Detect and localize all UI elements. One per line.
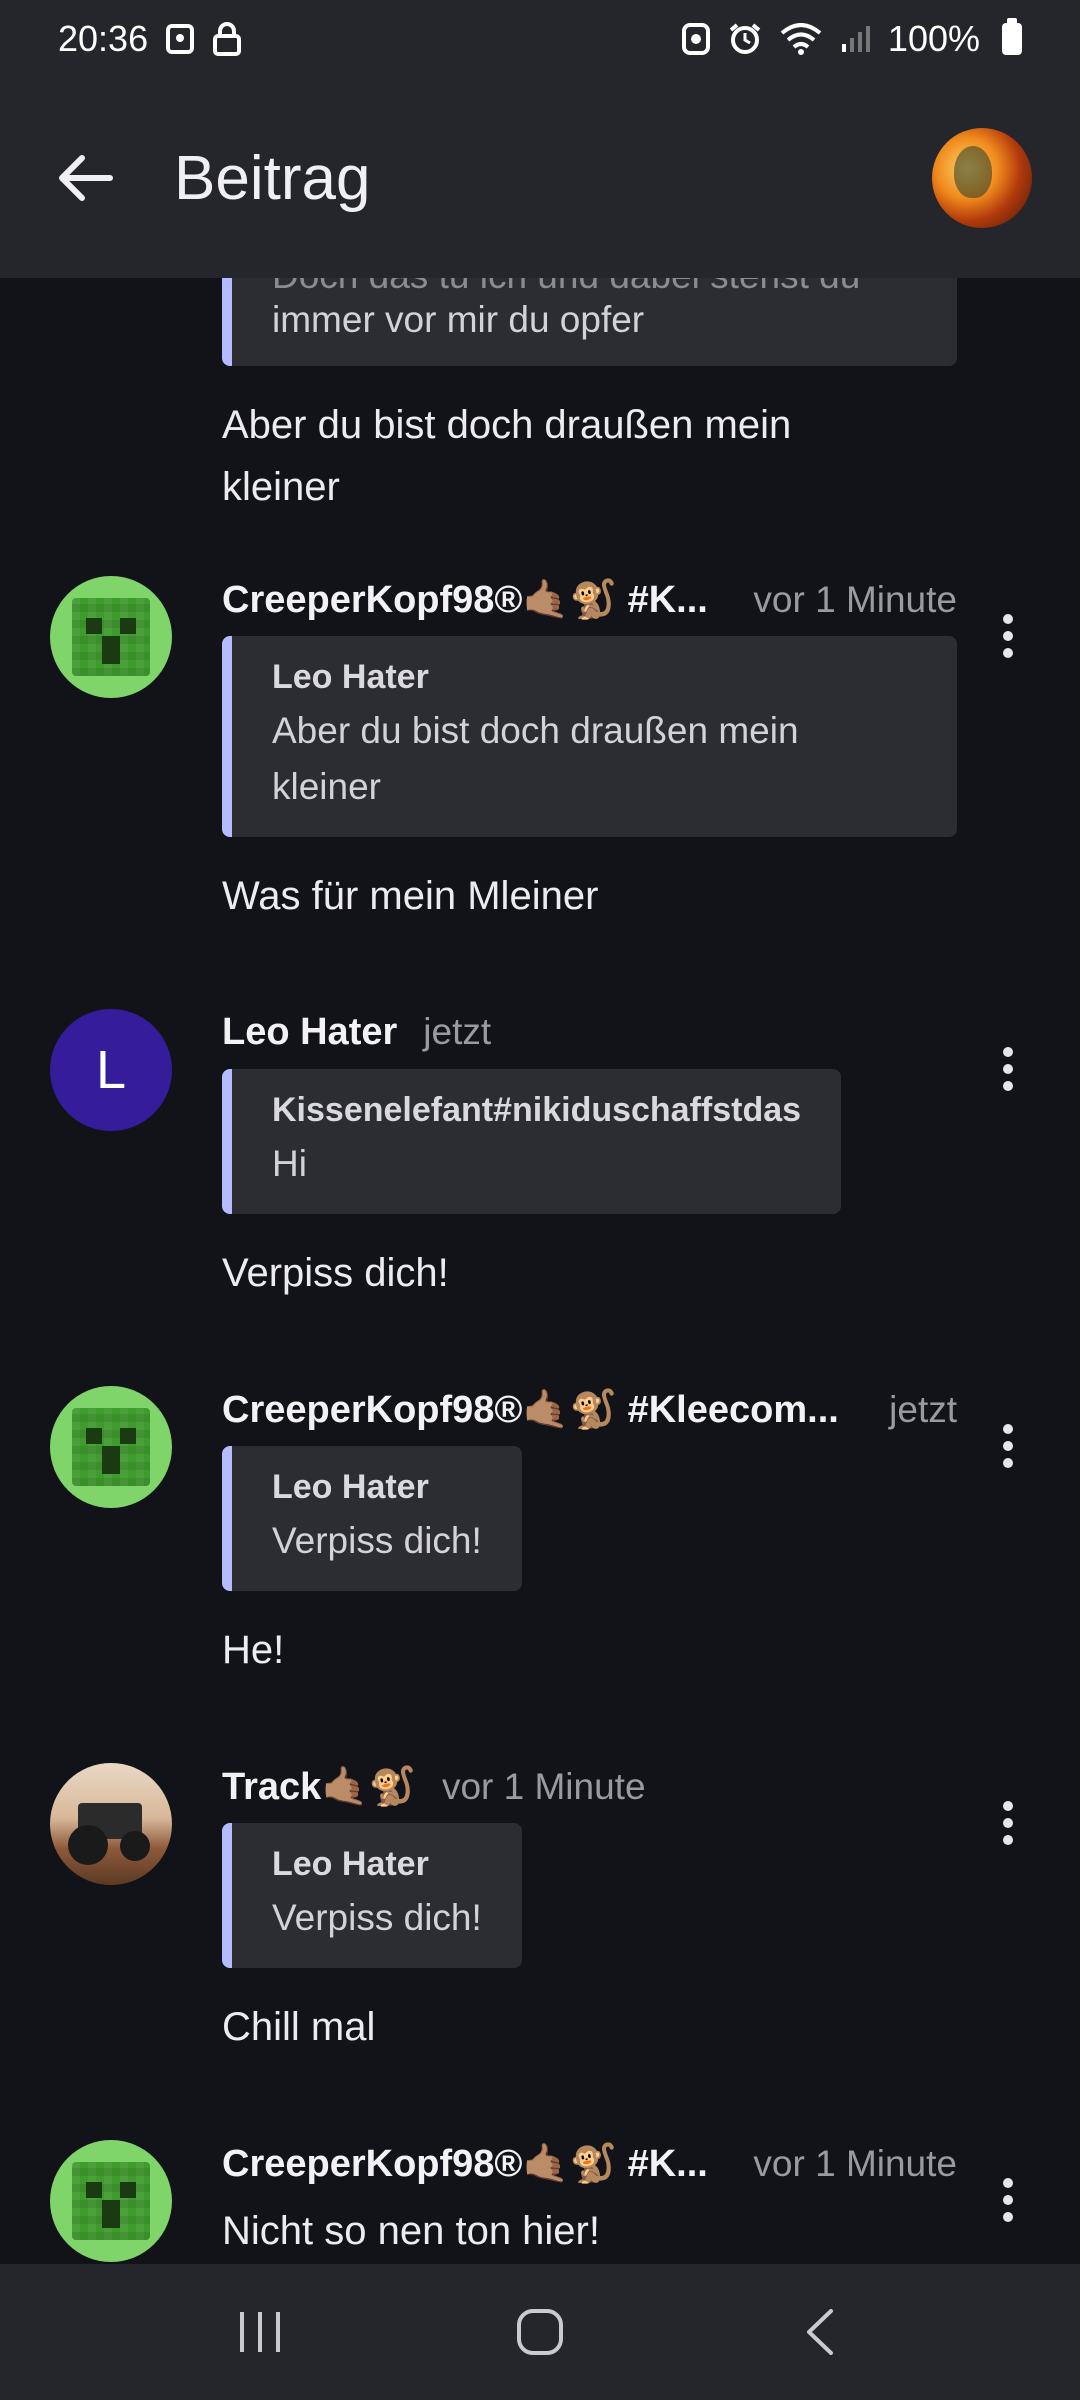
message-text: Verpiss dich!	[222, 1251, 449, 1295]
message-feed[interactable]: Doch das tu ich und dabei stehst du imme…	[0, 278, 1080, 2264]
letter-avatar[interactable]: L	[50, 1009, 172, 1131]
author-name[interactable]: Leo Hater	[222, 1011, 397, 1054]
message-meta: Leo Hater jetzt	[222, 1011, 957, 1054]
recents-icon[interactable]	[210, 2292, 310, 2372]
message-text: Was für mein Mleiner	[222, 874, 599, 918]
home-icon[interactable]	[490, 2292, 590, 2372]
page-title: Beitrag	[174, 143, 371, 213]
screenshot-icon	[166, 24, 195, 54]
more-options-icon[interactable]	[996, 1416, 1020, 1476]
quote-block[interactable]: Doch das tu ich und dabei stehst du imme…	[222, 278, 957, 366]
quote-text: Aber du bist doch draußen mein kleiner	[272, 710, 799, 807]
user-avatar[interactable]	[932, 128, 1032, 228]
timestamp: jetzt	[423, 1011, 492, 1052]
status-right: 100%	[681, 18, 1022, 60]
creeper-avatar[interactable]	[50, 576, 172, 698]
message-meta: CreeperKopf98®🤙🏽🐒 #Kleecom... jetzt	[222, 1388, 957, 1432]
quote-author: Leo Hater	[272, 1845, 429, 1883]
data-saver-icon	[681, 23, 710, 55]
quote-author: Leo Hater	[272, 1468, 429, 1506]
quote-block[interactable]: Leo Hater Verpiss dich!	[222, 1823, 522, 1968]
message-text: Nicht so nen ton hier!	[222, 2209, 600, 2253]
quote-author: Kissenelefant#nikiduschaffstdas	[272, 1091, 802, 1129]
more-options-icon[interactable]	[996, 2170, 1020, 2230]
timestamp: vor 1 Minute	[441, 1766, 646, 1807]
more-options-icon[interactable]	[996, 1039, 1020, 1099]
message-text: Chill mal	[222, 2005, 376, 2049]
battery-percent: 100%	[887, 18, 980, 59]
quote-block[interactable]: Kissenelefant#nikiduschaffstdas Hi	[222, 1069, 842, 1214]
clock: 20:36	[58, 18, 149, 59]
more-options-icon[interactable]	[996, 606, 1020, 666]
message-meta: CreeperKopf98®🤙🏽🐒 #K... vor 1 Minute	[222, 578, 957, 622]
status-left: 20:36	[58, 18, 242, 60]
creeper-avatar[interactable]	[50, 1386, 172, 1508]
quote-text: Hi	[272, 1143, 307, 1184]
wifi-icon	[780, 23, 822, 55]
timestamp: vor 1 Minute	[753, 579, 957, 620]
quote-text: immer vor mir du opfer	[272, 299, 645, 340]
lock-icon	[212, 22, 242, 56]
status-bar: 20:36 100%	[0, 0, 1080, 78]
signal-icon	[840, 24, 870, 54]
system-nav-bar	[0, 2264, 1080, 2400]
author-name[interactable]: Track🤙🏽🐒	[222, 1765, 416, 1809]
timestamp: vor 1 Minute	[753, 2143, 957, 2184]
author-name[interactable]: CreeperKopf98®🤙🏽🐒 #K...	[222, 578, 708, 622]
back-arrow-icon[interactable]	[56, 148, 116, 208]
creeper-avatar[interactable]	[50, 2140, 172, 2262]
message-text: Aber du bist doch draußen mein kleiner	[222, 403, 792, 509]
battery-icon	[1002, 18, 1022, 55]
tractor-avatar[interactable]	[50, 1763, 172, 1885]
quote-block[interactable]: Leo Hater Aber du bist doch draußen mein…	[222, 636, 957, 837]
quote-author: Leo Hater	[272, 658, 429, 696]
quote-text: Verpiss dich!	[272, 1897, 482, 1938]
quote-text-cut: Doch das tu ich und dabei stehst du	[272, 278, 917, 292]
back-icon[interactable]	[770, 2292, 870, 2372]
message-meta: CreeperKopf98®🤙🏽🐒 #K... vor 1 Minute	[222, 2142, 957, 2186]
quote-block[interactable]: Leo Hater Verpiss dich!	[222, 1446, 522, 1591]
quote-text: Verpiss dich!	[272, 1520, 482, 1561]
message-text: He!	[222, 1628, 285, 1672]
app-bar: Beitrag	[0, 78, 1080, 278]
message-meta: Track🤙🏽🐒 vor 1 Minute	[222, 1765, 957, 1809]
more-options-icon[interactable]	[996, 1793, 1020, 1853]
timestamp: jetzt	[889, 1389, 957, 1430]
author-name[interactable]: CreeperKopf98®🤙🏽🐒 #Kleecom...	[222, 1388, 839, 1432]
author-name[interactable]: CreeperKopf98®🤙🏽🐒 #K...	[222, 2142, 708, 2186]
alarm-icon	[728, 22, 762, 56]
